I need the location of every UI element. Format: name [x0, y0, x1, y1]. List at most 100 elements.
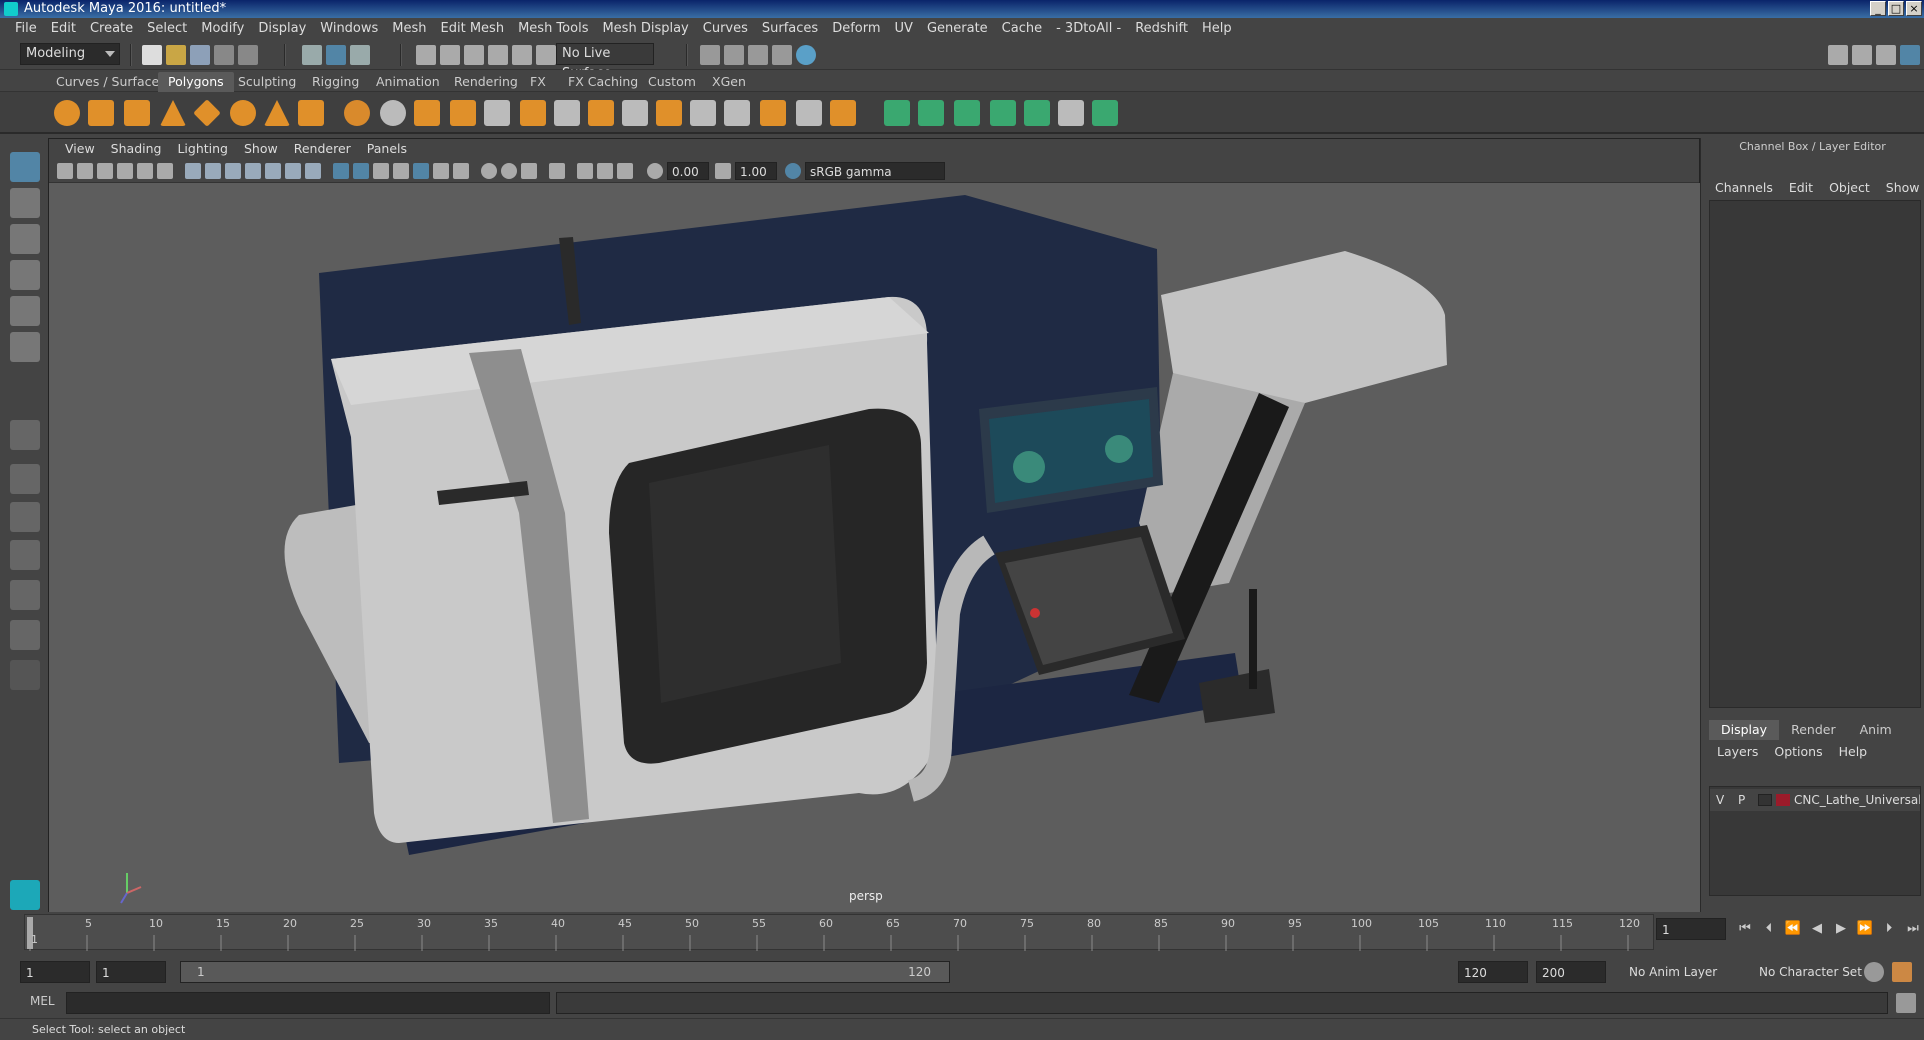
snap-surface-icon[interactable]: [512, 45, 532, 65]
new-scene-icon[interactable]: [142, 45, 162, 65]
ambient-occlusion-icon[interactable]: [453, 163, 469, 179]
snap-view-icon[interactable]: [488, 45, 508, 65]
motion-blur-icon[interactable]: [481, 163, 497, 179]
poly-pyramid-icon[interactable]: [264, 100, 290, 126]
wireframe-on-shaded-icon[interactable]: [373, 163, 389, 179]
persp-outliner-layout-icon[interactable]: [10, 502, 40, 532]
layer-menu-layers[interactable]: Layers: [1709, 742, 1766, 762]
channel-box-area[interactable]: [1709, 200, 1921, 708]
layer-menu-options[interactable]: Options: [1766, 742, 1830, 762]
playback-start-field[interactable]: 1: [96, 961, 166, 983]
exposure-field[interactable]: 0.00: [667, 162, 709, 180]
four-view-layout-icon[interactable]: [10, 464, 40, 494]
paint-select-icon[interactable]: [10, 224, 40, 254]
rotate-tool-icon[interactable]: [10, 296, 40, 326]
live-surface-field[interactable]: No Live Surface: [556, 43, 654, 81]
layer-menu-help[interactable]: Help: [1831, 742, 1876, 762]
two-d-pan-zoom-icon[interactable]: [137, 163, 153, 179]
menu-file[interactable]: File: [8, 18, 44, 40]
shelf-tab-xgen[interactable]: XGen: [702, 72, 756, 92]
playback-end-field[interactable]: 120: [1458, 961, 1528, 983]
uv-editor-icon[interactable]: [1058, 100, 1084, 126]
cb-menu-edit[interactable]: Edit: [1783, 180, 1819, 195]
select-hierarchy-icon[interactable]: [302, 45, 322, 65]
vp-menu-lighting[interactable]: Lighting: [169, 139, 236, 159]
poly-cube-icon[interactable]: [88, 100, 114, 126]
shelf-tab-rendering[interactable]: Rendering: [444, 72, 528, 92]
snap-edge-icon[interactable]: [536, 45, 556, 65]
extrude-icon[interactable]: [554, 100, 580, 126]
more-layouts-icon[interactable]: [10, 660, 40, 690]
layer-tab-display[interactable]: Display: [1709, 720, 1780, 740]
multi-cut-icon[interactable]: [690, 100, 716, 126]
render-frame-icon[interactable]: [724, 45, 744, 65]
select-tool-icon[interactable]: [10, 152, 40, 182]
poly-cylinder-icon[interactable]: [124, 100, 150, 126]
menu-uv[interactable]: UV: [888, 18, 920, 40]
image-plane-icon[interactable]: [117, 163, 133, 179]
render-settings-icon[interactable]: [772, 45, 792, 65]
select-object-icon[interactable]: [326, 45, 346, 65]
layer-tab-render[interactable]: Render: [1779, 720, 1848, 740]
perspective-viewport[interactable]: View Shading Lighting Show Renderer Pane…: [48, 138, 1701, 913]
move-tool-icon[interactable]: [10, 260, 40, 290]
command-language[interactable]: MEL: [30, 994, 55, 1008]
resolution-gate-icon[interactable]: [225, 163, 241, 179]
cb-menu-show[interactable]: Show: [1880, 180, 1924, 195]
mirror-icon[interactable]: [520, 100, 546, 126]
tool-settings-icon[interactable]: [1876, 45, 1896, 65]
use-all-lights-icon[interactable]: [413, 163, 429, 179]
cb-menu-channels[interactable]: Channels: [1709, 180, 1779, 195]
step-back-key-icon[interactable]: ⏪: [1784, 920, 1802, 938]
render-view-icon[interactable]: [700, 45, 720, 65]
depth-of-field-icon[interactable]: [521, 163, 537, 179]
step-forward-icon[interactable]: ⏵: [1880, 920, 1898, 938]
outliner-layout-icon[interactable]: [10, 620, 40, 650]
maximize-icon[interactable]: □: [1888, 1, 1904, 16]
gate-mask-icon[interactable]: [245, 163, 261, 179]
single-perspective-layout-icon[interactable]: [10, 420, 40, 450]
select-component-icon[interactable]: [350, 45, 370, 65]
go-to-start-icon[interactable]: ⏮: [1736, 920, 1754, 938]
bevel-icon[interactable]: [622, 100, 648, 126]
shelf-tab-fx[interactable]: FX: [520, 72, 556, 92]
backface-culling-icon[interactable]: [617, 163, 633, 179]
play-backwards-icon[interactable]: ◀: [1808, 920, 1826, 938]
anti-aliasing-icon[interactable]: [501, 163, 517, 179]
vp-menu-show[interactable]: Show: [236, 139, 286, 159]
smooth-icon[interactable]: [450, 100, 476, 126]
safe-action-icon[interactable]: [285, 163, 301, 179]
menu-redshift[interactable]: Redshift: [1128, 18, 1195, 40]
field-chart-icon[interactable]: [265, 163, 281, 179]
color-management-icon[interactable]: [785, 163, 801, 179]
open-scene-icon[interactable]: [166, 45, 186, 65]
uv-spherical-icon[interactable]: [954, 100, 980, 126]
go-to-end-icon[interactable]: ⏭: [1904, 920, 1922, 938]
hypershade-layout-icon[interactable]: [10, 580, 40, 610]
merge-icon[interactable]: [760, 100, 786, 126]
vp-menu-panels[interactable]: Panels: [359, 139, 415, 159]
combine-icon[interactable]: [344, 100, 370, 126]
uv-layout-icon[interactable]: [1092, 100, 1118, 126]
uv-cylindrical-icon[interactable]: [918, 100, 944, 126]
hypershade-icon[interactable]: [796, 45, 816, 65]
wireframe-icon[interactable]: [333, 163, 349, 179]
layer-row[interactable]: V P CNC_Lathe_Universal_: [1710, 789, 1920, 811]
uv-unfold-icon[interactable]: [1024, 100, 1050, 126]
command-input[interactable]: [66, 992, 550, 1014]
poly-torus-icon[interactable]: [230, 100, 256, 126]
layer-tab-anim[interactable]: Anim: [1848, 720, 1904, 740]
shadows-icon[interactable]: [433, 163, 449, 179]
lasso-tool-icon[interactable]: [10, 188, 40, 218]
script-editor-icon[interactable]: [1896, 993, 1916, 1013]
menu-mesh[interactable]: Mesh: [385, 18, 433, 40]
menu-cache[interactable]: Cache: [995, 18, 1049, 40]
snap-point-icon[interactable]: [464, 45, 484, 65]
save-scene-icon[interactable]: [190, 45, 210, 65]
cb-menu-object[interactable]: Object: [1823, 180, 1876, 195]
append-icon[interactable]: [830, 100, 856, 126]
menu-3dtoall[interactable]: - 3DtoAll -: [1049, 18, 1128, 40]
shelf-tab-custom[interactable]: Custom: [638, 72, 706, 92]
gamma-field[interactable]: 1.00: [735, 162, 777, 180]
menu-mesh-display[interactable]: Mesh Display: [595, 18, 695, 40]
